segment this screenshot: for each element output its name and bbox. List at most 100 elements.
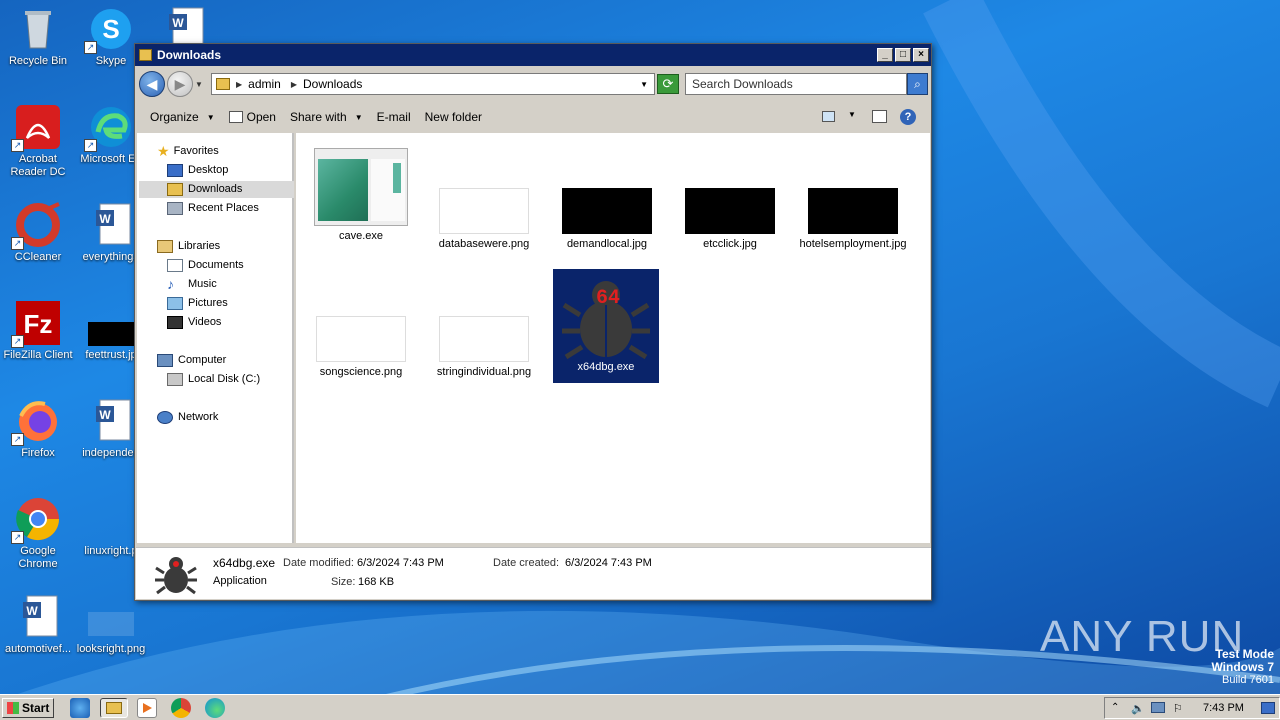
word-document-icon: W — [88, 202, 134, 248]
help-icon[interactable]: ? — [900, 109, 916, 125]
details-filename: x64dbg.exe — [213, 556, 276, 570]
hard-drive-icon — [167, 373, 183, 386]
internet-explorer-icon[interactable] — [70, 698, 90, 718]
nav-network[interactable]: Network — [157, 409, 218, 426]
desktop-icon-chrome[interactable]: ↗ Google Chrome — [0, 496, 76, 571]
image-thumbnail-icon — [439, 188, 529, 234]
address-bar[interactable]: ▶ admin ▶ Downloads ▼ — [211, 73, 655, 95]
details-created-value: 6/3/2024 7:43 PM — [565, 557, 652, 569]
explorer-taskbar-button[interactable] — [100, 698, 128, 718]
show-hidden-icons-icon[interactable]: ⌃ — [1111, 702, 1119, 713]
views-icon[interactable] — [822, 111, 835, 122]
image-thumbnail-icon — [88, 496, 134, 542]
nav-downloads[interactable]: Downloads — [139, 181, 294, 198]
recent-places-icon — [167, 202, 183, 215]
forward-arrow-icon[interactable]: ▶ — [167, 71, 193, 97]
edge-icon: ↗ — [84, 104, 134, 152]
file-item[interactable]: cave.exe — [306, 148, 416, 242]
nav-videos[interactable]: Videos — [167, 314, 221, 331]
preview-pane-icon[interactable] — [872, 110, 887, 123]
ccleaner-icon: ↗ — [11, 202, 61, 250]
music-icon: ♪ — [167, 276, 174, 292]
skype-icon: S ↗ — [84, 6, 134, 54]
refresh-icon[interactable]: ⟳ — [657, 74, 679, 94]
folder-icon — [216, 78, 230, 90]
flag-icon[interactable]: ⚐ — [1173, 702, 1183, 715]
details-size-value: 168 KB — [358, 576, 395, 588]
details-modified-value: 6/3/2024 7:43 PM — [357, 557, 444, 569]
svg-text:W: W — [26, 604, 38, 618]
file-item[interactable]: databasewere.png — [429, 148, 539, 250]
nav-pictures[interactable]: Pictures — [167, 295, 228, 312]
search-input[interactable]: Search Downloads — [685, 73, 907, 95]
file-item[interactable]: stringindividual.png — [429, 276, 539, 378]
media-player-icon[interactable] — [137, 698, 157, 718]
desktop-icon-firefox[interactable]: ↗ Firefox — [0, 398, 76, 460]
share-with-button[interactable]: Share with ▼ — [284, 110, 371, 124]
explorer-window: Downloads _ □ × ◀ ▶ ▼ ▶ admin ▶ Download… — [134, 43, 932, 601]
desktop-icon-ccleaner[interactable]: ↗ CCleaner — [0, 202, 76, 264]
open-icon — [228, 111, 243, 123]
nav-local-disk[interactable]: Local Disk (C:) — [167, 371, 260, 388]
title-bar[interactable]: Downloads _ □ × — [135, 44, 931, 66]
close-button[interactable]: × — [913, 48, 929, 62]
chrome-icon[interactable] — [171, 698, 191, 718]
bug-icon: 64 — [558, 271, 654, 361]
chevron-right-icon[interactable]: ▶ — [291, 80, 297, 89]
desktop-icon-looksright[interactable]: looksright.png — [73, 594, 149, 656]
folder-icon — [139, 49, 152, 61]
image-thumbnail-icon — [562, 188, 652, 234]
folder-icon — [106, 702, 122, 714]
nav-computer[interactable]: Computer — [157, 352, 226, 369]
file-item[interactable]: songscience.png — [306, 276, 416, 378]
image-thumbnail-icon — [439, 316, 529, 362]
search-icon[interactable]: ⌕ — [907, 73, 928, 95]
desktop-icon — [167, 164, 183, 177]
file-item[interactable]: hotelsemployment.jpg — [798, 148, 908, 250]
new-folder-button[interactable]: New folder — [419, 110, 490, 124]
file-item-selected[interactable]: 64 x64dbg.exe — [553, 269, 659, 383]
edge-icon[interactable] — [205, 698, 225, 718]
file-item[interactable]: etcclick.jpg — [675, 148, 785, 250]
desktop-icon-automotive[interactable]: W automotivef... — [0, 594, 76, 656]
chevron-right-icon[interactable]: ▶ — [236, 80, 242, 89]
nav-desktop[interactable]: Desktop — [167, 162, 228, 179]
test-mode-notice: Test Mode Windows 7 Build 7601 — [1211, 647, 1274, 687]
back-arrow-icon[interactable]: ◀ — [139, 71, 165, 97]
chevron-down-icon: ▼ — [354, 112, 363, 122]
nav-music[interactable]: ♪ Music — [167, 276, 217, 293]
star-icon: ★ — [157, 143, 170, 159]
image-thumbnail-icon — [88, 594, 134, 640]
computer-icon — [157, 354, 173, 367]
file-item[interactable]: demandlocal.jpg — [552, 148, 662, 250]
clock[interactable]: 7:43 PM — [1203, 702, 1244, 714]
email-button[interactable]: E-mail — [371, 110, 419, 124]
network-tray-icon[interactable] — [1151, 702, 1165, 713]
desktop-icon-filezilla[interactable]: Fz ↗ FileZilla Client — [0, 300, 76, 362]
show-desktop-icon[interactable] — [1261, 702, 1275, 714]
chevron-down-icon[interactable]: ▼ — [848, 110, 856, 119]
nav-recent-places[interactable]: Recent Places — [167, 200, 259, 217]
open-button[interactable]: Open — [223, 110, 284, 124]
breadcrumb-admin[interactable]: admin — [248, 77, 281, 91]
maximize-button[interactable]: □ — [895, 48, 911, 62]
breadcrumb-downloads[interactable]: Downloads — [303, 77, 362, 91]
nav-libraries[interactable]: Libraries — [157, 238, 220, 255]
bug-icon — [154, 553, 198, 595]
start-button[interactable]: Start — [2, 698, 54, 718]
play-icon — [142, 703, 152, 713]
svg-text:W: W — [99, 408, 111, 422]
svg-text:Fz: Fz — [24, 309, 53, 339]
image-thumbnail-icon — [808, 188, 898, 234]
nav-documents[interactable]: Documents — [167, 257, 244, 274]
nav-favorites[interactable]: ★ Favorites — [157, 143, 219, 160]
window-title: Downloads — [157, 48, 222, 62]
address-dropdown-icon[interactable]: ▼ — [640, 80, 648, 89]
recycle-bin-icon — [15, 6, 61, 52]
desktop-icon-acrobat[interactable]: ↗ Acrobat Reader DC — [0, 104, 76, 179]
recent-pages-chevron-icon[interactable]: ▼ — [195, 80, 203, 89]
minimize-button[interactable]: _ — [877, 48, 893, 62]
desktop-icon-recycle-bin[interactable]: Recycle Bin — [0, 6, 76, 68]
organize-button[interactable]: Organize ▼ — [136, 110, 223, 124]
volume-icon[interactable]: 🔈 — [1131, 702, 1145, 715]
